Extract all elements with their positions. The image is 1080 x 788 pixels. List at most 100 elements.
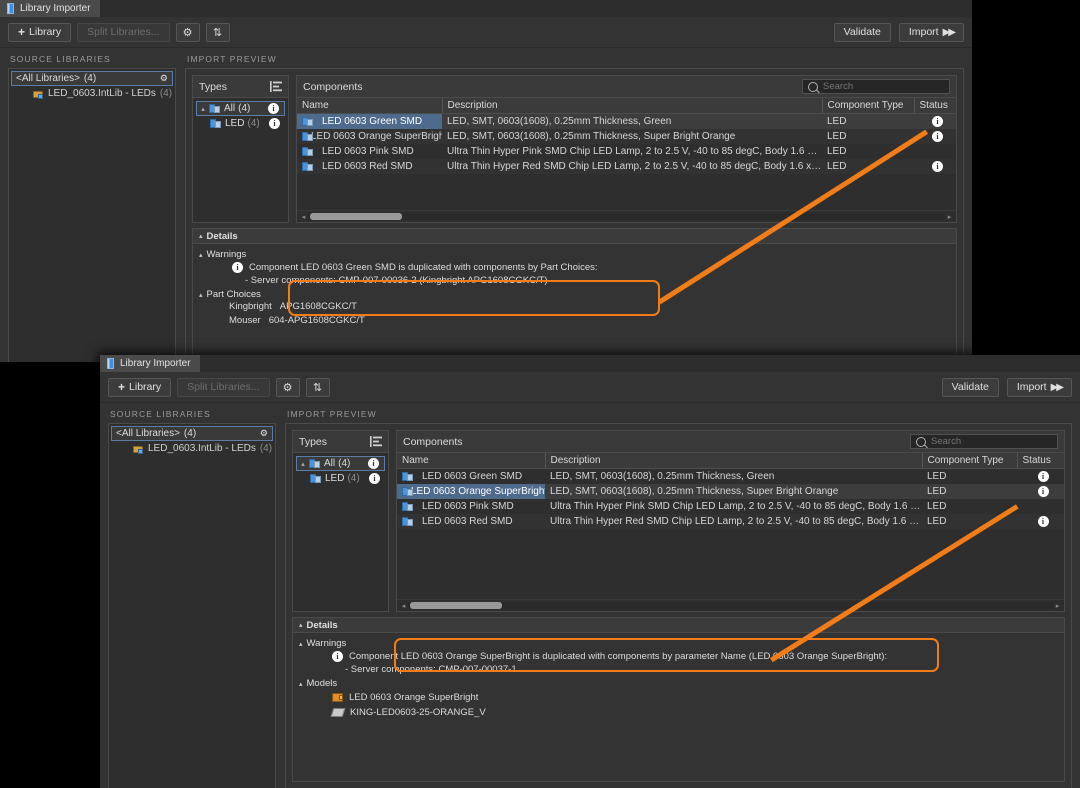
split-libraries-button[interactable]: Split Libraries... [77,22,170,42]
cell-name-text: LED 0603 Orange SuperBright [311,130,442,142]
info-icon[interactable]: i [1037,470,1049,482]
import-button[interactable]: Import ▶▶ [898,22,964,42]
part-choices-section-header[interactable]: ▴ Part Choices [199,288,956,301]
search-input[interactable] [931,436,1052,447]
scroll-left-arrow-icon[interactable]: ◂ [299,213,308,221]
model-row[interactable]: KING-LED0603-25-ORANGE_V [299,705,1064,720]
info-icon[interactable]: i [369,473,380,484]
tab-library-importer[interactable]: Library Importer [100,355,200,372]
scroll-right-arrow-icon[interactable]: ▸ [945,213,954,221]
expander-icon[interactable]: ▴ [197,105,209,113]
part-choices-label: Part Choices [206,289,261,300]
info-icon[interactable]: i [1037,485,1049,497]
search-box[interactable] [910,434,1058,449]
gear-icon[interactable]: ⚙ [160,73,168,84]
details-header[interactable]: ▴ Details [192,228,957,244]
info-icon[interactable]: i [932,160,943,172]
settings-button[interactable]: ⚙ [175,22,200,42]
warning-text-1: Component LED 0603 Green SMD is duplicat… [249,262,598,273]
column-header-name[interactable]: Name [397,453,546,469]
source-library-item-label: LED_0603.IntLib - LEDs [148,443,256,454]
types-node-led[interactable]: LED (4) i [293,471,385,486]
scrollbar-track[interactable] [408,602,1053,609]
table-row[interactable]: LED 0603 Orange SuperBright LED, SMT, 06… [397,483,1064,499]
column-header-status[interactable]: Status [1017,453,1064,469]
collapse-icon[interactable]: ▴ [299,621,303,629]
search-input[interactable] [823,81,944,92]
info-icon[interactable]: i [932,130,943,142]
search-icon [808,81,818,92]
table-row[interactable]: LED 0603 Green SMD LED, SMT, 0603(1608),… [397,468,1064,484]
info-icon[interactable]: i [1037,515,1049,527]
add-library-button[interactable]: + Library [8,22,72,42]
validate-button[interactable]: Validate [833,22,891,42]
warnings-section-header[interactable]: ▴ Warnings [199,248,956,261]
column-header-status[interactable]: Status [914,98,956,114]
types-node-all[interactable]: ▴ All (4) i [296,456,385,471]
group-by-icon[interactable] [270,81,282,92]
info-icon[interactable]: i [269,118,280,129]
cell-name-text: LED 0603 Pink SMD [322,145,414,157]
info-icon[interactable]: i [932,115,943,127]
collapse-icon[interactable]: ▴ [199,251,203,259]
info-icon[interactable]: i [368,458,379,469]
collapse-icon[interactable]: ▴ [199,291,203,299]
import-preview-label: IMPORT PREVIEW [187,54,277,64]
cell-type: LED [922,483,1017,499]
types-tree[interactable]: ▴ All (4) i LED (4) i [192,97,289,223]
column-header-description[interactable]: Description [442,98,823,114]
column-header-name[interactable]: Name [297,98,443,114]
models-section-header[interactable]: ▴ Models [299,677,1064,690]
details-title: Details [206,230,238,242]
collapse-icon[interactable]: ▴ [199,232,203,240]
collapse-icon[interactable]: ▴ [299,640,303,648]
scrollbar-track[interactable] [308,213,945,220]
horizontal-scrollbar[interactable]: ◂ ▸ [397,599,1064,611]
types-tree[interactable]: ▴ All (4) i LED (4) i [292,452,389,612]
expander-icon[interactable]: ▴ [297,460,309,468]
types-node-led-label: LED [325,473,345,484]
source-libraries-tree[interactable]: <All Libraries> (4) ⚙ LED_0603.IntLib - … [8,68,176,362]
source-library-all-row[interactable]: <All Libraries> (4) ⚙ [11,71,173,86]
scrollbar-thumb[interactable] [410,602,502,609]
source-library-item[interactable]: LED_0603.IntLib - LEDs (4) [111,441,273,456]
column-header-component-type[interactable]: Component Type [822,98,915,114]
scrollbar-thumb[interactable] [310,213,402,220]
warnings-section-header[interactable]: ▴ Warnings [299,637,1064,650]
table-row[interactable]: LED 0603 Orange SuperBright LED, SMT, 06… [297,128,956,144]
info-icon[interactable]: i [268,103,279,114]
swap-button[interactable]: ⇅ [305,377,330,397]
source-library-item[interactable]: LED_0603.IntLib - LEDs (4) [11,86,173,101]
model-row[interactable]: LED 0603 Orange SuperBright [299,690,1064,705]
types-node-led[interactable]: LED (4) i [193,116,285,131]
settings-button[interactable]: ⚙ [275,377,300,397]
add-library-button[interactable]: + Library [108,377,172,397]
source-library-all-row[interactable]: <All Libraries> (4) ⚙ [111,426,273,441]
components-grid[interactable]: Name Description Component Type Status L… [396,452,1065,612]
scroll-right-arrow-icon[interactable]: ▸ [1053,602,1062,610]
search-box[interactable] [802,79,950,94]
split-libraries-button[interactable]: Split Libraries... [177,377,270,397]
source-libraries-tree[interactable]: <All Libraries> (4) ⚙ LED_0603.IntLib - … [108,423,276,788]
collapse-icon[interactable]: ▴ [299,680,303,688]
swap-button[interactable]: ⇅ [205,22,230,42]
column-header-component-type[interactable]: Component Type [922,453,1018,469]
table-row[interactable]: LED 0603 Red SMD Ultra Thin Hyper Red SM… [297,158,956,174]
table-row[interactable]: LED 0603 Pink SMD Ultra Thin Hyper Pink … [297,143,956,159]
details-header[interactable]: ▴ Details [292,617,1065,633]
table-row[interactable]: LED 0603 Green SMD LED, SMT, 0603(1608),… [297,113,956,129]
import-button[interactable]: Import ▶▶ [1006,377,1072,397]
scroll-left-arrow-icon[interactable]: ◂ [399,602,408,610]
horizontal-scrollbar[interactable]: ◂ ▸ [297,210,956,222]
column-header-description[interactable]: Description [545,453,923,469]
group-by-icon[interactable] [370,436,382,447]
table-row[interactable]: LED 0603 Red SMD Ultra Thin Hyper Red SM… [397,513,1064,529]
components-grid[interactable]: Name Description Component Type Status L… [296,97,957,223]
warning-line: i Component LED 0603 Orange SuperBright … [299,650,1064,663]
tab-library-importer[interactable]: Library Importer [0,0,100,17]
library-icon [33,89,44,99]
gear-icon[interactable]: ⚙ [260,428,268,439]
validate-button[interactable]: Validate [941,377,999,397]
table-row[interactable]: LED 0603 Pink SMD Ultra Thin Hyper Pink … [397,498,1064,514]
types-node-all[interactable]: ▴ All (4) i [196,101,285,116]
